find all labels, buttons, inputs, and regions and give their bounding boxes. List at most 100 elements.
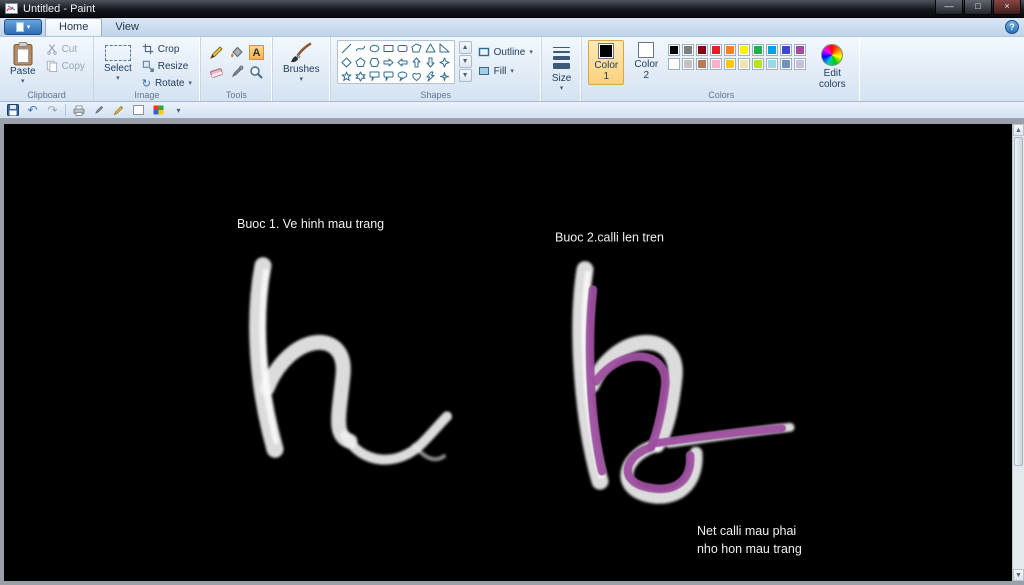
gallery-scroll-up-button[interactable]: ▲ (458, 41, 472, 54)
palette-swatch[interactable] (738, 58, 751, 70)
palette-swatch[interactable] (752, 58, 765, 70)
palette-swatch[interactable] (682, 58, 695, 70)
scrollbar-track[interactable] (1013, 136, 1024, 569)
rotate-button[interactable]: ↻ Rotate ▾ (140, 76, 194, 91)
color1-button[interactable]: Color 1 (588, 40, 625, 85)
paste-button[interactable]: Paste ▾ (6, 40, 40, 87)
shape-callout-oval-icon[interactable] (396, 70, 409, 83)
cut-button[interactable]: Cut (44, 42, 87, 56)
shape-diamond-icon[interactable] (340, 56, 353, 69)
text-tool-button[interactable]: A (247, 43, 266, 62)
shape-lightning-icon[interactable] (424, 70, 437, 83)
shape-line-icon[interactable] (340, 42, 353, 55)
palette-swatch[interactable] (766, 58, 779, 70)
palette-swatch[interactable] (682, 44, 695, 56)
redo-button[interactable]: ↷ (45, 103, 60, 117)
rotate-icon: ↻ (141, 78, 151, 90)
scroll-up-button[interactable]: ▲ (1013, 124, 1024, 136)
palette-swatch[interactable] (668, 44, 681, 56)
qat-palette-button[interactable] (151, 103, 166, 117)
qat-pencil-button[interactable] (111, 103, 126, 117)
fill-tool-button[interactable] (227, 43, 246, 62)
chevron-down-icon: ▾ (529, 48, 533, 56)
palette-swatch[interactable] (724, 58, 737, 70)
purple-calligraphy-overlay (585, 285, 786, 493)
palette-swatch[interactable] (668, 58, 681, 70)
gallery-expand-button[interactable]: ▼ (458, 69, 472, 82)
shape-curve-icon[interactable] (354, 42, 367, 55)
tab-view[interactable]: View (102, 19, 152, 36)
drawing-canvas[interactable]: Buoc 1. Ve hinh mau trang Buoc 2.calli l… (4, 124, 1012, 581)
eraser-icon (209, 65, 224, 80)
shape-oval-icon[interactable] (368, 42, 381, 55)
shape-star4-icon[interactable] (438, 56, 451, 69)
shape-arrow-down-icon[interactable] (424, 56, 437, 69)
outline-button[interactable]: Outline ▾ (476, 45, 535, 59)
color1-label: Color 1 (594, 60, 619, 82)
size-button[interactable]: Size ▾ (548, 40, 575, 94)
color2-button[interactable]: Color 2 (628, 40, 664, 83)
edit-colors-button[interactable]: Edit colors (810, 40, 854, 92)
color-picker-tool-button[interactable] (227, 63, 246, 82)
gallery-scroll-down-button[interactable]: ▼ (458, 55, 472, 68)
palette-swatch[interactable] (738, 44, 751, 56)
shape-pentagon-icon[interactable] (354, 56, 367, 69)
vertical-scrollbar[interactable]: ▲ ▼ (1012, 124, 1024, 581)
palette-swatch[interactable] (780, 44, 793, 56)
drawing-surface[interactable]: Buoc 1. Ve hinh mau trang Buoc 2.calli l… (4, 124, 1012, 581)
shape-callout-rect-icon[interactable] (368, 70, 381, 83)
shape-arrow-up-icon[interactable] (410, 56, 423, 69)
shape-star-points-icon[interactable] (438, 70, 451, 83)
customize-toolbar-button[interactable]: ▾ (171, 103, 186, 117)
undo-button[interactable]: ↶ (25, 103, 40, 117)
palette-swatch[interactable] (766, 44, 779, 56)
outline-icon (478, 46, 490, 58)
eraser-tool-button[interactable] (207, 63, 226, 82)
paint-menu-button[interactable]: ▾ (4, 19, 42, 35)
palette-swatch[interactable] (794, 44, 807, 56)
close-button[interactable]: × (993, 0, 1021, 15)
palette-swatch[interactable] (724, 44, 737, 56)
save-button[interactable] (5, 103, 20, 117)
resize-button[interactable]: Resize (140, 59, 194, 73)
line-thickness-icon (553, 47, 571, 69)
shape-arrow-left-icon[interactable] (396, 56, 409, 69)
palette-swatch[interactable] (752, 44, 765, 56)
tools-group-label: Tools (225, 90, 247, 100)
palette-swatch[interactable] (696, 58, 709, 70)
scroll-down-button[interactable]: ▼ (1013, 569, 1024, 581)
brushes-button[interactable]: Brushes ▾ (279, 40, 324, 85)
shape-callout-rounded-icon[interactable] (382, 70, 395, 83)
shape-arrow-right-icon[interactable] (382, 56, 395, 69)
shape-heart-icon[interactable] (410, 70, 423, 83)
qat-print-button[interactable] (71, 103, 86, 117)
palette-swatch[interactable] (710, 58, 723, 70)
select-button[interactable]: Select ▾ (100, 40, 136, 84)
shape-star6-icon[interactable] (354, 70, 367, 83)
shapes-gallery[interactable] (336, 40, 455, 84)
palette-swatch[interactable] (696, 44, 709, 56)
shape-triangle-icon[interactable] (424, 42, 437, 55)
palette-swatch[interactable] (780, 58, 793, 70)
palette-swatch[interactable] (710, 44, 723, 56)
shape-hexagon-icon[interactable] (368, 56, 381, 69)
magnifier-tool-button[interactable] (247, 63, 266, 82)
shape-rounded-rectangle-icon[interactable] (396, 42, 409, 55)
pencil-tool-button[interactable] (207, 43, 226, 62)
shape-rectangle-icon[interactable] (382, 42, 395, 55)
tab-home[interactable]: Home (45, 18, 103, 36)
scrollbar-thumb[interactable] (1014, 137, 1023, 467)
shape-star5-icon[interactable] (340, 70, 353, 83)
copy-button[interactable]: Copy (44, 59, 87, 73)
help-button[interactable]: ? (1005, 20, 1019, 34)
fill-button[interactable]: Fill ▾ (476, 64, 535, 78)
crop-button[interactable]: Crop (140, 42, 194, 56)
qat-color-picker-button[interactable] (91, 103, 106, 117)
scissors-icon (46, 43, 58, 55)
maximize-button[interactable]: □ (964, 0, 992, 15)
minimize-button[interactable]: — (935, 0, 963, 15)
shape-polygon-icon[interactable] (410, 42, 423, 55)
palette-swatch[interactable] (794, 58, 807, 70)
shape-right-triangle-icon[interactable] (438, 42, 451, 55)
qat-canvas-button[interactable] (131, 103, 146, 117)
